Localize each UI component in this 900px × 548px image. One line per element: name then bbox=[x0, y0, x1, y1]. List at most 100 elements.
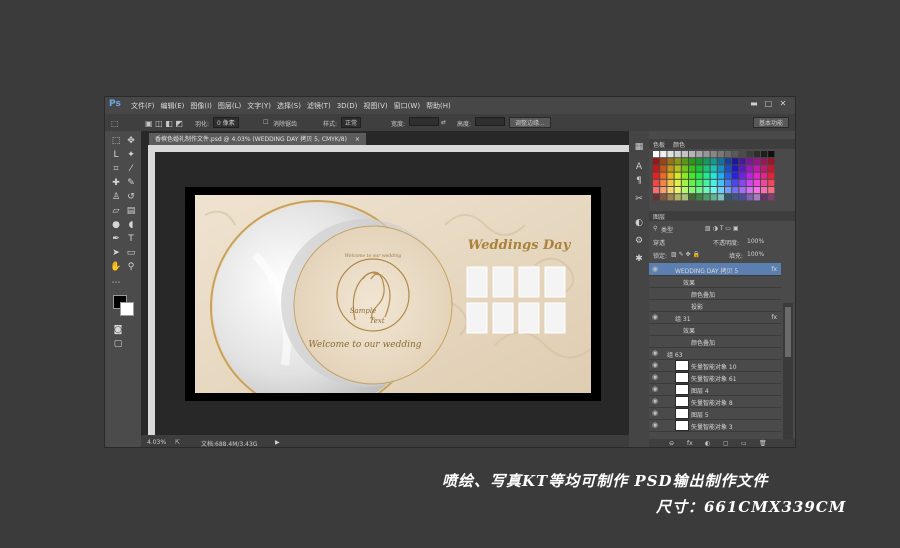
eyedropper-icon[interactable]: ⁄ bbox=[124, 163, 138, 175]
color-swatch[interactable] bbox=[717, 165, 724, 172]
swap-icon[interactable]: ⇄ bbox=[441, 119, 446, 126]
clone-stamp-icon[interactable]: ♙ bbox=[109, 191, 123, 203]
color-swatch[interactable] bbox=[739, 158, 746, 165]
visibility-eye-icon[interactable]: ◉ bbox=[652, 265, 658, 273]
color-swatch[interactable] bbox=[725, 151, 732, 158]
color-swatch[interactable] bbox=[660, 151, 667, 158]
gradient-tool-icon[interactable]: ▤ bbox=[124, 205, 138, 217]
color-swatch[interactable] bbox=[689, 187, 696, 194]
color-swatch[interactable] bbox=[739, 194, 746, 201]
hand-tool-icon[interactable]: ✋ bbox=[109, 261, 123, 273]
lock-icons[interactable]: ▨ ✎ ✥ 🔒 bbox=[671, 251, 700, 258]
visibility-eye-icon[interactable]: ◉ bbox=[652, 385, 658, 393]
color-swatch[interactable] bbox=[717, 179, 724, 186]
refine-edge-button[interactable]: 调整边缘... bbox=[509, 117, 551, 128]
color-swatch[interactable] bbox=[681, 151, 688, 158]
color-swatch[interactable] bbox=[681, 179, 688, 186]
color-swatch[interactable] bbox=[681, 158, 688, 165]
color-swatch[interactable] bbox=[681, 172, 688, 179]
color-swatch[interactable] bbox=[681, 187, 688, 194]
visibility-eye-icon[interactable]: ◉ bbox=[652, 397, 658, 405]
color-swatch[interactable] bbox=[689, 158, 696, 165]
color-swatch[interactable] bbox=[696, 158, 703, 165]
layers-bottom-icon[interactable]: ▢ bbox=[723, 440, 729, 447]
opacity-value[interactable]: 100% bbox=[747, 238, 764, 245]
color-swatch[interactable] bbox=[660, 172, 667, 179]
color-swatch[interactable] bbox=[710, 187, 717, 194]
color-swatch[interactable] bbox=[725, 194, 732, 201]
color-swatch[interactable] bbox=[689, 179, 696, 186]
color-swatch[interactable] bbox=[768, 194, 775, 201]
wedding-artwork[interactable]: Welcome to our wedding Sample Text Welco… bbox=[195, 195, 591, 393]
color-swatch[interactable] bbox=[746, 165, 753, 172]
color-swatch[interactable] bbox=[660, 158, 667, 165]
color-swatch[interactable] bbox=[653, 165, 660, 172]
visibility-eye-icon[interactable]: ◉ bbox=[652, 409, 658, 417]
color-swatch[interactable] bbox=[725, 179, 732, 186]
feather-input[interactable]: 0 像素 bbox=[213, 117, 239, 128]
marquee-tool-icon[interactable]: ⬚ bbox=[109, 135, 123, 147]
color-swatch[interactable] bbox=[761, 158, 768, 165]
color-swatch[interactable] bbox=[667, 187, 674, 194]
move-tool-icon[interactable]: ✥ bbox=[124, 135, 138, 147]
color-swatch[interactable] bbox=[717, 151, 724, 158]
color-swatch[interactable] bbox=[732, 187, 739, 194]
layers-bottom-icon[interactable]: ⊖ bbox=[669, 440, 674, 447]
history-brush-icon[interactable]: ↺ bbox=[124, 191, 138, 203]
dodge-tool-icon[interactable]: ◖ bbox=[124, 219, 138, 231]
color-swatch[interactable] bbox=[746, 172, 753, 179]
maximize-icon[interactable]: □ bbox=[762, 99, 774, 108]
color-swatch[interactable] bbox=[674, 172, 681, 179]
menu-item[interactable]: 选择(S) bbox=[277, 102, 301, 110]
tab-close-icon[interactable]: × bbox=[355, 136, 360, 143]
zoom-tool-icon[interactable]: ⚲ bbox=[124, 261, 138, 273]
minimize-icon[interactable]: ▬ bbox=[748, 99, 760, 108]
color-swatch[interactable] bbox=[696, 187, 703, 194]
color-swatch[interactable] bbox=[768, 179, 775, 186]
color-swatch[interactable] bbox=[725, 187, 732, 194]
layers-bottom-icon[interactable]: 🗑 bbox=[759, 440, 767, 447]
color-swatch[interactable] bbox=[660, 179, 667, 186]
color-swatch[interactable] bbox=[761, 194, 768, 201]
style-select[interactable]: 正常 bbox=[341, 117, 362, 128]
color-swatch[interactable] bbox=[753, 179, 760, 186]
color-swatch[interactable] bbox=[732, 194, 739, 201]
color-swatch[interactable] bbox=[689, 194, 696, 201]
visibility-eye-icon[interactable]: ◉ bbox=[652, 421, 658, 429]
color-swatch[interactable] bbox=[653, 172, 660, 179]
tab-color[interactable]: 颜色 bbox=[673, 140, 685, 149]
visibility-eye-icon[interactable]: ◉ bbox=[652, 349, 658, 357]
color-swatch[interactable] bbox=[732, 172, 739, 179]
document-tab[interactable]: 香槟色婚礼制作文件.psd @ 4.03% (WEDDING DAY 拷贝 5,… bbox=[149, 133, 366, 145]
styles-panel-icon[interactable]: ⚙ bbox=[632, 235, 646, 247]
layer-row[interactable]: ◉ 矢量智能对象 3 bbox=[649, 419, 781, 432]
layers-bottom-icon[interactable]: ▭ bbox=[741, 440, 747, 447]
color-swatch[interactable] bbox=[660, 165, 667, 172]
color-swatch[interactable] bbox=[753, 158, 760, 165]
color-swatch[interactable] bbox=[653, 151, 660, 158]
color-swatch[interactable] bbox=[768, 165, 775, 172]
color-swatch[interactable] bbox=[689, 172, 696, 179]
color-swatch[interactable] bbox=[725, 165, 732, 172]
tab-swatches[interactable]: 色板 bbox=[653, 140, 665, 149]
color-swatch[interactable] bbox=[674, 151, 681, 158]
color-swatch[interactable] bbox=[703, 165, 710, 172]
color-swatch[interactable] bbox=[768, 187, 775, 194]
menu-item[interactable]: 编辑(E) bbox=[161, 102, 185, 110]
color-swatch[interactable] bbox=[703, 158, 710, 165]
blend-mode-select[interactable]: 穿透 bbox=[653, 238, 665, 247]
color-swatch[interactable] bbox=[674, 158, 681, 165]
layers-bottom-icon[interactable]: fx bbox=[687, 440, 693, 447]
layer-fx-icon[interactable]: fx bbox=[771, 314, 777, 321]
color-swatch[interactable] bbox=[768, 172, 775, 179]
color-swatch[interactable] bbox=[667, 158, 674, 165]
color-swatch[interactable] bbox=[739, 172, 746, 179]
color-swatch[interactable] bbox=[653, 194, 660, 201]
menu-item[interactable]: 文件(F) bbox=[131, 102, 155, 110]
color-swatch[interactable] bbox=[746, 179, 753, 186]
color-swatch[interactable] bbox=[732, 151, 739, 158]
color-swatch[interactable] bbox=[746, 194, 753, 201]
export-icon[interactable]: ⇱ bbox=[175, 439, 180, 446]
scroll-thumb[interactable] bbox=[785, 307, 791, 357]
color-swatch[interactable] bbox=[710, 172, 717, 179]
